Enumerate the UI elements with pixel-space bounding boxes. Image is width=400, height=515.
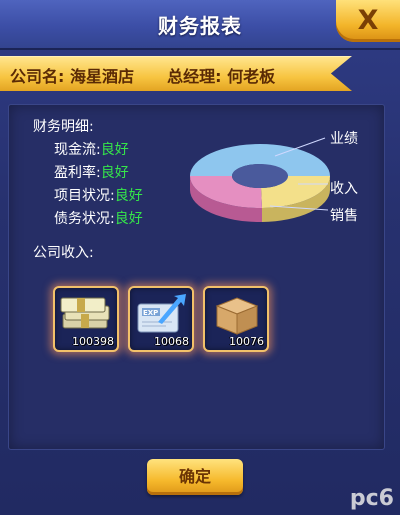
company-name-label: 公司名: — [10, 67, 65, 86]
svg-text:EXP: EXP — [143, 309, 158, 317]
money-stack-icon — [60, 297, 110, 329]
company-info: 公司名: 海星酒店 总经理: 何老板 — [10, 63, 275, 87]
detail-row-project: 项目状况:良好 — [54, 188, 143, 204]
detail-row-debt: 债务状况:良好 — [54, 211, 143, 227]
status-value: 良好 — [114, 211, 143, 227]
manager-label: 总经理: — [167, 67, 222, 86]
item-count: 10076 — [229, 335, 264, 348]
status-value: 良好 — [114, 188, 143, 204]
exp-card-icon: EXP — [137, 294, 186, 333]
company-name-value: 海星酒店 — [69, 67, 134, 86]
item-count: 10068 — [154, 335, 189, 348]
income-item-box[interactable]: 10076 — [203, 286, 269, 352]
cardboard-box-icon — [215, 297, 259, 335]
chart-label-income: 收入 — [330, 181, 358, 197]
detail-row-profit: 盈利率:良好 — [54, 165, 129, 181]
watermark-logo: pc6 — [349, 486, 394, 511]
close-button[interactable]: X — [336, 0, 400, 42]
status-value: 良好 — [100, 142, 129, 158]
status-value: 良好 — [100, 165, 129, 181]
income-item-exp[interactable]: EXP 10068 — [128, 286, 194, 352]
finance-donut-chart — [189, 137, 330, 223]
details-title: 财务明细: — [33, 119, 94, 135]
income-title: 公司收入: — [33, 245, 94, 261]
chart-label-sales: 销售 — [330, 208, 358, 224]
close-icon: X — [357, 5, 379, 36]
detail-row-cashflow: 现金流:良好 — [54, 142, 129, 158]
chart-label-performance: 业绩 — [330, 131, 358, 147]
item-count: 100398 — [72, 335, 114, 348]
finance-report-dialog: 财务报表 X 公司名: 海星酒店 总经理: 何老板 财务明细: 现金流:良好 盈… — [0, 0, 400, 515]
income-item-money[interactable]: 100398 — [53, 286, 119, 352]
confirm-button[interactable]: 确定 — [147, 459, 243, 495]
manager-value: 何老板 — [227, 67, 276, 86]
